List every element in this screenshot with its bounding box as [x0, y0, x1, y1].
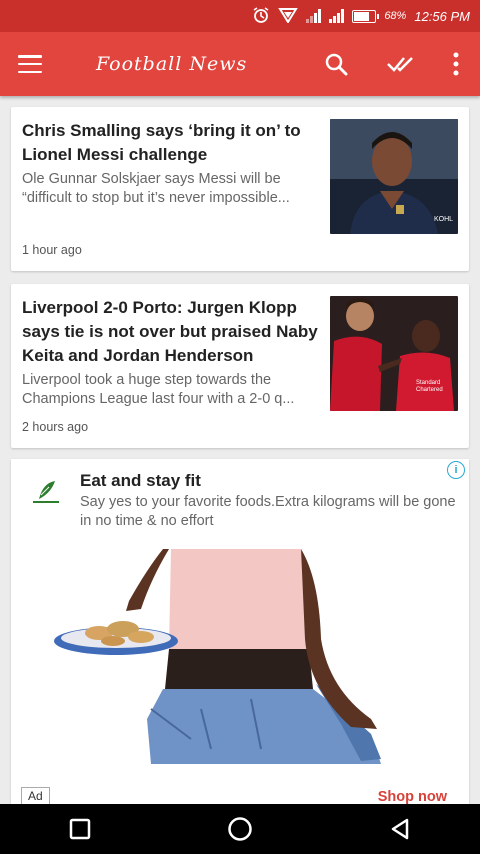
alarm-icon [252, 6, 270, 27]
search-button[interactable] [312, 32, 360, 96]
article-thumbnail: KOHL [330, 119, 458, 234]
article-summary: Liverpool took a huge step towards the C… [22, 372, 295, 407]
back-icon [391, 818, 409, 840]
overflow-menu-button[interactable] [432, 32, 480, 96]
article-summary: Ole Gunnar Solskjaer says Messi will be … [22, 171, 290, 206]
article-time: 2 hours ago [22, 420, 89, 434]
mark-all-read-button[interactable] [378, 32, 426, 96]
ad-image [51, 549, 401, 769]
article-card[interactable]: Liverpool 2-0 Porto: Jurgen Klopp says t… [11, 284, 469, 448]
advertiser-logo [31, 477, 61, 507]
article-headline: Liverpool 2-0 Porto: Jurgen Klopp says t… [22, 298, 318, 365]
signal-icon-2 [329, 9, 345, 23]
search-icon [325, 53, 348, 76]
article-time: 1 hour ago [22, 243, 82, 257]
system-nav-bar [0, 804, 480, 854]
hamburger-icon [18, 55, 42, 73]
battery-percent: 68% [384, 10, 407, 22]
ad-badge: Ad [21, 787, 50, 805]
back-button[interactable] [370, 804, 430, 854]
article-card[interactable]: Chris Smalling says ‘bring it on’ to Lio… [11, 107, 469, 271]
article-thumbnail: Standard Chartered [330, 296, 458, 411]
article-headline: Chris Smalling says ‘bring it on’ to Lio… [22, 121, 301, 164]
menu-button[interactable] [0, 32, 60, 96]
app-title: Football News [96, 53, 248, 75]
home-button[interactable] [210, 804, 270, 854]
vpn-icon [278, 7, 299, 26]
home-icon [228, 817, 252, 841]
status-bar: 68% 12:56 PM [0, 0, 480, 32]
ad-title: Eat and stay fit [80, 471, 201, 490]
recents-icon [69, 818, 91, 840]
recents-button[interactable] [50, 804, 110, 854]
shop-now-button[interactable]: Shop now [378, 789, 447, 805]
svg-text:Chartered: Chartered [416, 387, 443, 393]
svg-text:Standard: Standard [416, 380, 440, 386]
double-check-icon [387, 57, 413, 72]
ad-card[interactable]: Eat and stay fit Say yes to your favorit… [11, 459, 469, 805]
svg-text:KOHL: KOHL [434, 216, 453, 223]
ad-info-icon[interactable]: i [447, 461, 465, 479]
ad-description: Say yes to your favorite foods.Extra kil… [80, 494, 456, 529]
signal-icon-1 [306, 9, 322, 23]
app-bar: Football News [0, 32, 480, 96]
more-vert-icon [453, 52, 459, 76]
battery-icon [352, 9, 380, 23]
clock: 12:56 PM [414, 8, 470, 24]
